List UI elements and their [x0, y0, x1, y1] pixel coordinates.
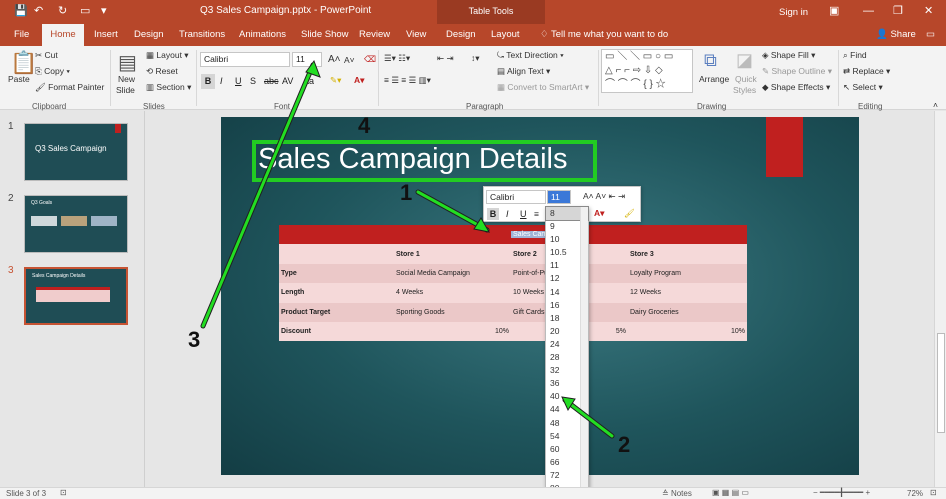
- scroll-thumb[interactable]: [937, 333, 945, 433]
- slide-indicator: Slide 3 of 3: [6, 489, 47, 498]
- notes-button[interactable]: ≙ Notes: [662, 489, 692, 498]
- callout-label-3: 3: [188, 327, 201, 352]
- callout-label-4: 4: [358, 113, 371, 138]
- arrow-2: [563, 398, 614, 438]
- status-bar: Slide 3 of 3 ⊡ ≙ Notes ▣ ▦ ▤ ▭ − ━━━━╋━━…: [0, 487, 946, 499]
- callout-label-2: 2: [618, 432, 631, 457]
- spell-check-icon[interactable]: ⊡: [60, 488, 67, 497]
- zoom-slider[interactable]: − ━━━━╋━━━━ +: [813, 488, 870, 497]
- fit-slide-icon[interactable]: ⊡: [930, 488, 937, 497]
- vertical-scrollbar[interactable]: [934, 111, 946, 487]
- zoom-level[interactable]: 72%: [907, 489, 923, 498]
- view-buttons[interactable]: ▣ ▦ ▤ ▭: [712, 488, 749, 497]
- notes-icon: ≙: [662, 489, 671, 498]
- callout-arrows: [200, 59, 615, 439]
- arrow-3: [201, 63, 315, 328]
- callout-label-1: 1: [400, 180, 413, 205]
